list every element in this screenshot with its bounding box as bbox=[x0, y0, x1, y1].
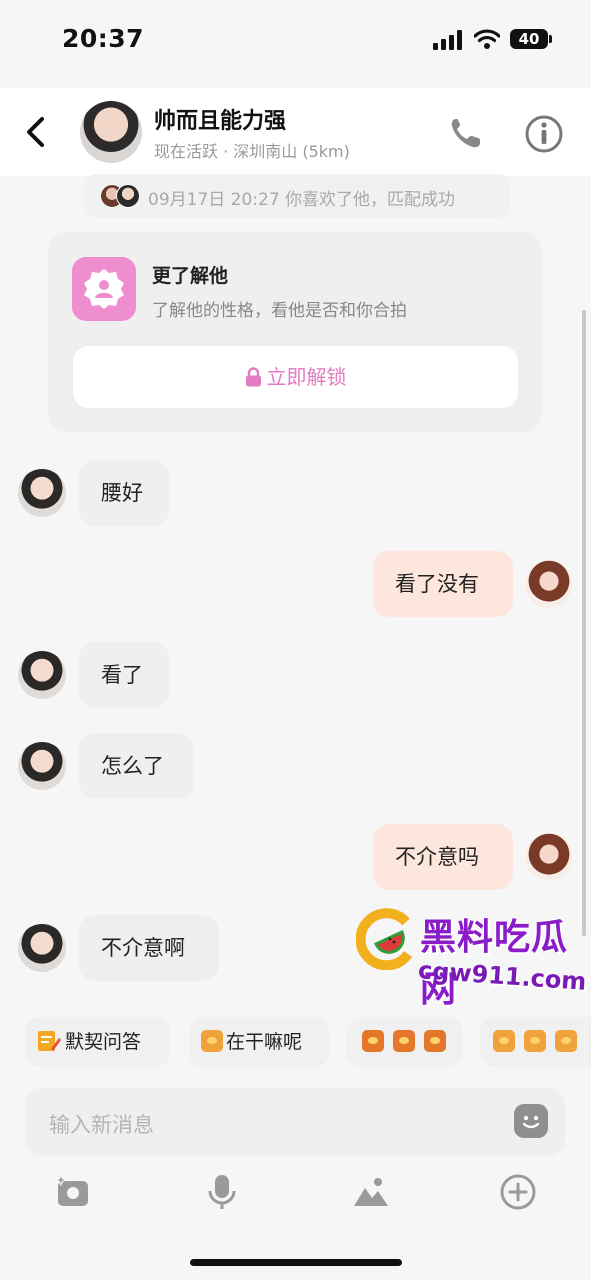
sender-avatar[interactable] bbox=[18, 469, 66, 517]
quick-reply-quiz[interactable]: 默契问答 bbox=[25, 1017, 170, 1067]
incoming-message[interactable]: 怎么了 bbox=[79, 733, 194, 799]
lock-icon bbox=[245, 367, 261, 387]
incoming-message[interactable]: 看了 bbox=[79, 642, 169, 708]
unlock-button[interactable]: 立即解锁 bbox=[73, 346, 518, 408]
message-input-placeholder: 输入新消息 bbox=[49, 1113, 154, 1137]
camera-icon[interactable] bbox=[53, 1172, 93, 1212]
outgoing-message[interactable]: 看了没有 bbox=[373, 551, 513, 617]
cellular-signal-icon bbox=[433, 30, 463, 50]
match-notice-text: 09月17日 20:27 你喜欢了他，匹配成功 bbox=[148, 190, 456, 210]
phone-icon[interactable] bbox=[448, 116, 486, 150]
quick-reply-label: 在干嘛呢 bbox=[226, 1031, 303, 1053]
status-time: 20:37 bbox=[62, 24, 145, 53]
quick-reply-what-doing[interactable]: 在干嘛呢 bbox=[189, 1017, 329, 1067]
quick-reply-emoji-1[interactable] bbox=[347, 1017, 462, 1067]
battery-icon: 40 bbox=[510, 29, 548, 49]
tiger-emoji-icon bbox=[424, 1030, 447, 1052]
microphone-icon[interactable] bbox=[202, 1172, 242, 1212]
back-arrow-icon[interactable] bbox=[22, 116, 50, 148]
unlock-button-label: 立即解锁 bbox=[266, 365, 347, 389]
tiger-emoji-icon bbox=[201, 1030, 223, 1052]
card-subtitle: 了解他的性格，看他是否和你合拍 bbox=[152, 301, 407, 321]
personality-badge-icon bbox=[72, 257, 136, 321]
my-avatar[interactable] bbox=[525, 560, 573, 608]
incoming-message[interactable]: 不介意啊 bbox=[79, 915, 219, 981]
quiz-icon bbox=[38, 1031, 61, 1051]
sender-avatar[interactable] bbox=[18, 742, 66, 790]
info-icon[interactable] bbox=[524, 114, 564, 154]
tiger-emoji-icon bbox=[362, 1030, 384, 1052]
quick-reply-emoji-2[interactable] bbox=[480, 1017, 591, 1067]
tiger-emoji-icon bbox=[393, 1030, 416, 1052]
sender-avatar[interactable] bbox=[18, 924, 66, 972]
card-title: 更了解他 bbox=[152, 265, 229, 287]
sender-avatar[interactable] bbox=[18, 651, 66, 699]
contact-name[interactable]: 帅而且能力强 bbox=[154, 103, 286, 135]
scrollbar[interactable] bbox=[582, 310, 586, 936]
quick-reply-label: 默契问答 bbox=[65, 1031, 142, 1053]
tiger-emoji-icon bbox=[524, 1030, 547, 1052]
tiger-emoji-icon bbox=[493, 1030, 515, 1052]
wifi-icon bbox=[474, 29, 500, 49]
plus-icon[interactable] bbox=[498, 1172, 538, 1212]
contact-avatar[interactable] bbox=[80, 101, 142, 163]
watermark-logo-icon bbox=[356, 908, 413, 970]
image-icon[interactable] bbox=[351, 1172, 391, 1212]
incoming-message[interactable]: 腰好 bbox=[79, 460, 169, 526]
my-avatar[interactable] bbox=[525, 833, 573, 881]
contact-status: 现在活跃 · 深圳南山 (5km) bbox=[154, 142, 350, 161]
battery-tip bbox=[549, 35, 552, 43]
his-mini-avatar bbox=[116, 184, 140, 208]
outgoing-message[interactable]: 不介意吗 bbox=[373, 824, 513, 890]
tiger-emoji-icon bbox=[555, 1030, 578, 1052]
emoji-icon[interactable] bbox=[514, 1104, 548, 1138]
home-indicator[interactable] bbox=[190, 1259, 402, 1266]
